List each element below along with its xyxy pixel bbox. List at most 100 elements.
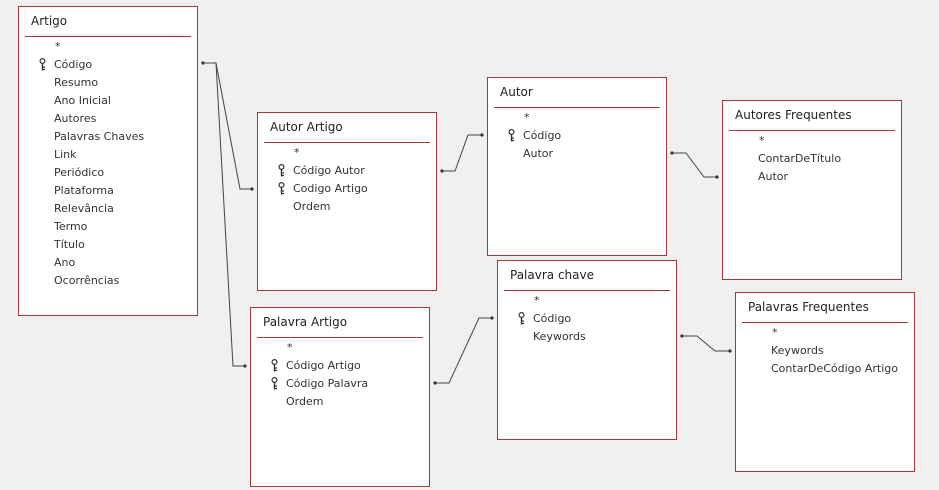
field-row[interactable]: Keywords bbox=[498, 328, 676, 346]
key-icon bbox=[39, 57, 46, 71]
relationship-artigo-autor-artigo[interactable] bbox=[201, 61, 254, 191]
table-title[interactable]: Palavra Artigo bbox=[263, 315, 347, 329]
field-all-columns[interactable]: * bbox=[488, 109, 666, 127]
field-row[interactable]: Código Autor bbox=[258, 162, 436, 180]
field-label: * bbox=[55, 40, 61, 53]
field-row[interactable]: Ano Inicial bbox=[19, 92, 197, 110]
field-label: Relevância bbox=[54, 202, 114, 215]
key-icon bbox=[508, 128, 515, 142]
field-label: * bbox=[287, 341, 293, 354]
field-all-columns[interactable]: * bbox=[251, 339, 429, 357]
field-label: Autor bbox=[523, 147, 554, 160]
field-row[interactable]: Ordem bbox=[251, 393, 429, 411]
field-row[interactable]: ContarDeTítulo bbox=[723, 150, 901, 168]
field-list: * Código Resumo Ano Inicial Autores Palavras … bbox=[19, 38, 197, 290]
title-divider bbox=[729, 130, 895, 131]
field-label: Palavras Chaves bbox=[54, 130, 145, 143]
field-label: Código bbox=[523, 129, 562, 142]
field-row[interactable]: Ocorrências bbox=[19, 272, 197, 290]
key-icon bbox=[271, 358, 278, 372]
field-row[interactable]: Ordem bbox=[258, 198, 436, 216]
field-all-columns[interactable]: * bbox=[498, 292, 676, 310]
field-label: Ano bbox=[54, 256, 76, 269]
field-row[interactable]: Código Palavra bbox=[251, 375, 429, 393]
field-row[interactable]: Código bbox=[19, 56, 197, 74]
table-title[interactable]: Palavra chave bbox=[510, 268, 594, 282]
table-palavra-chave[interactable]: Palavra chave * Código Keywords bbox=[497, 260, 677, 440]
field-list: * Código Autor Codigo Artigo Ordem bbox=[258, 144, 436, 216]
field-row[interactable]: Código Artigo bbox=[251, 357, 429, 375]
key-icon bbox=[278, 181, 285, 195]
title-divider bbox=[25, 36, 191, 37]
field-row[interactable]: Título bbox=[19, 236, 197, 254]
field-row[interactable]: Autor bbox=[488, 145, 666, 163]
title-divider bbox=[742, 322, 908, 323]
field-row[interactable]: Codigo Artigo bbox=[258, 180, 436, 198]
field-row[interactable]: Plataforma bbox=[19, 182, 197, 200]
field-row[interactable]: Periódico bbox=[19, 164, 197, 182]
table-title[interactable]: Artigo bbox=[31, 14, 67, 28]
key-icon bbox=[518, 311, 525, 325]
field-label: Autor bbox=[758, 170, 789, 183]
field-all-columns[interactable]: * bbox=[736, 324, 914, 342]
field-label: Codigo Artigo bbox=[293, 182, 368, 195]
field-row[interactable]: Autor bbox=[723, 168, 901, 186]
field-all-columns[interactable]: * bbox=[258, 144, 436, 162]
table-title[interactable]: Autor bbox=[500, 85, 533, 99]
field-row[interactable]: Keywords bbox=[736, 342, 914, 360]
field-label: Código Autor bbox=[293, 164, 365, 177]
field-all-columns[interactable]: * bbox=[19, 38, 197, 56]
field-row[interactable]: Palavras Chaves bbox=[19, 128, 197, 146]
title-divider bbox=[494, 107, 660, 108]
field-list: * Código Artigo Código Palavra Ordem bbox=[251, 339, 429, 411]
field-label: Ordem bbox=[286, 395, 324, 408]
field-label: Ano Inicial bbox=[54, 94, 111, 107]
field-label: Autores bbox=[54, 112, 97, 125]
field-row[interactable]: Link bbox=[19, 146, 197, 164]
field-label: Ordem bbox=[293, 200, 331, 213]
relationship-autor-autor-artigo[interactable] bbox=[440, 133, 484, 173]
table-title[interactable]: Palavras Frequentes bbox=[748, 300, 869, 314]
field-label: ContarDeCódigo Artigo bbox=[771, 362, 898, 375]
field-label: Periódico bbox=[54, 166, 105, 179]
field-label: * bbox=[759, 134, 765, 147]
field-label: Código bbox=[54, 58, 93, 71]
field-all-columns[interactable]: * bbox=[723, 132, 901, 150]
field-row[interactable]: Resumo bbox=[19, 74, 197, 92]
table-title[interactable]: Autores Frequentes bbox=[735, 108, 852, 122]
table-title[interactable]: Autor Artigo bbox=[270, 120, 343, 134]
field-label: Termo bbox=[54, 220, 88, 233]
field-label: * bbox=[772, 326, 778, 339]
relationship-artigo-palavra-artigo[interactable] bbox=[203, 62, 247, 368]
field-label: * bbox=[534, 294, 540, 307]
field-label: Resumo bbox=[54, 76, 99, 89]
key-icon bbox=[278, 163, 285, 177]
title-divider bbox=[264, 142, 430, 143]
title-divider bbox=[257, 337, 423, 338]
field-list: * Código Autor bbox=[488, 109, 666, 163]
table-palavras-frequentes[interactable]: Palavras Frequentes * Keywords ContarDeCód… bbox=[735, 292, 915, 472]
field-label: Plataforma bbox=[54, 184, 114, 197]
field-row[interactable]: Código bbox=[498, 310, 676, 328]
field-row[interactable]: Código bbox=[488, 127, 666, 145]
field-label: ContarDeTítulo bbox=[758, 152, 842, 165]
table-autor[interactable]: Autor * Código Autor bbox=[487, 77, 667, 256]
field-row[interactable]: Relevância bbox=[19, 200, 197, 218]
field-row[interactable]: Autores bbox=[19, 110, 197, 128]
field-row[interactable]: Ano bbox=[19, 254, 197, 272]
field-row[interactable]: Termo bbox=[19, 218, 197, 236]
field-label: Keywords bbox=[533, 330, 586, 343]
field-label: * bbox=[294, 146, 300, 159]
table-artigo[interactable]: Artigo * Código Resumo Ano Inicial Autores Pa… bbox=[18, 6, 198, 316]
field-row[interactable]: ContarDeCódigo Artigo bbox=[736, 360, 914, 378]
field-label: * bbox=[524, 111, 530, 124]
field-label: Ocorrências bbox=[54, 274, 120, 287]
table-autor-artigo[interactable]: Autor Artigo * Código Autor Codigo Artigo O… bbox=[257, 112, 437, 291]
field-list: * ContarDeTítulo Autor bbox=[723, 132, 901, 186]
table-autores-frequentes[interactable]: Autores Frequentes * ContarDeTítulo Autor bbox=[722, 100, 902, 280]
table-palavra-artigo[interactable]: Palavra Artigo * Código Artigo Código Pala… bbox=[250, 307, 430, 487]
title-divider bbox=[504, 290, 670, 291]
relationship-palavra-chave-palavra-artigo[interactable] bbox=[433, 316, 494, 385]
relationship-palavra-chave-palavras-frequentes[interactable] bbox=[680, 334, 732, 353]
relationship-autor-autores-frequentes[interactable] bbox=[670, 151, 719, 179]
